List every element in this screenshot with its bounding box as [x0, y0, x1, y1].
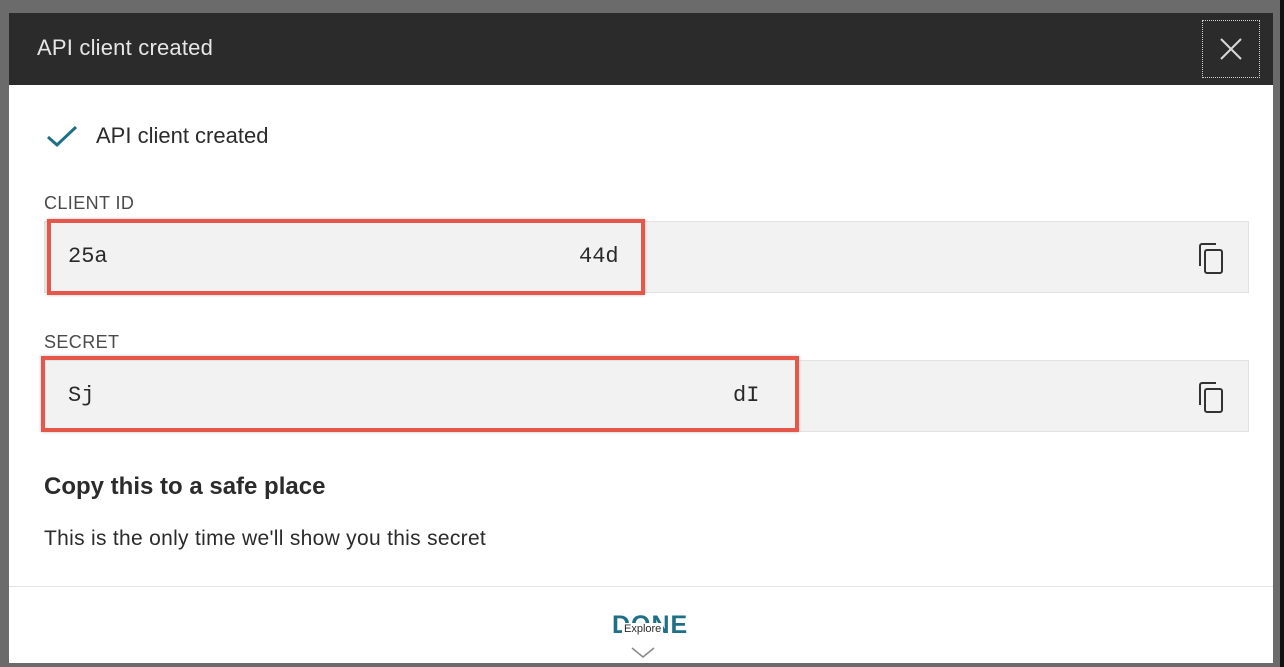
close-button[interactable]	[1202, 20, 1260, 78]
window-edge	[1280, 0, 1284, 667]
copy-icon	[1199, 243, 1223, 274]
client-id-value-start: 25a	[68, 244, 108, 269]
dialog-header: API client created	[9, 13, 1273, 85]
footer-divider	[9, 586, 1273, 587]
copy-client-id-button[interactable]	[1196, 242, 1226, 276]
chevron-down-icon[interactable]	[631, 647, 655, 659]
secret-label: SECRET	[44, 332, 120, 352]
secret-field[interactable]: Sj dI	[44, 360, 1249, 432]
secret-value-end: dI	[733, 383, 760, 408]
notice-title: Copy this to a safe place	[44, 473, 326, 500]
dialog-title: API client created	[37, 35, 214, 60]
client-id-value-end: 44d	[579, 244, 619, 269]
copy-secret-button[interactable]	[1196, 381, 1226, 415]
client-id-field[interactable]: 25a 44d	[44, 221, 1249, 293]
notice-text: This is the only time we'll show you thi…	[44, 527, 487, 550]
secret-value-start: Sj	[68, 383, 95, 408]
api-client-dialog: API client created API client created CL…	[9, 13, 1273, 663]
check-icon	[47, 125, 78, 148]
success-message: API client created	[96, 123, 269, 148]
copy-icon	[1199, 382, 1223, 413]
explore-label[interactable]: Explore	[622, 623, 664, 635]
close-icon	[1220, 38, 1242, 60]
client-id-label: CLIENT ID	[44, 193, 135, 213]
